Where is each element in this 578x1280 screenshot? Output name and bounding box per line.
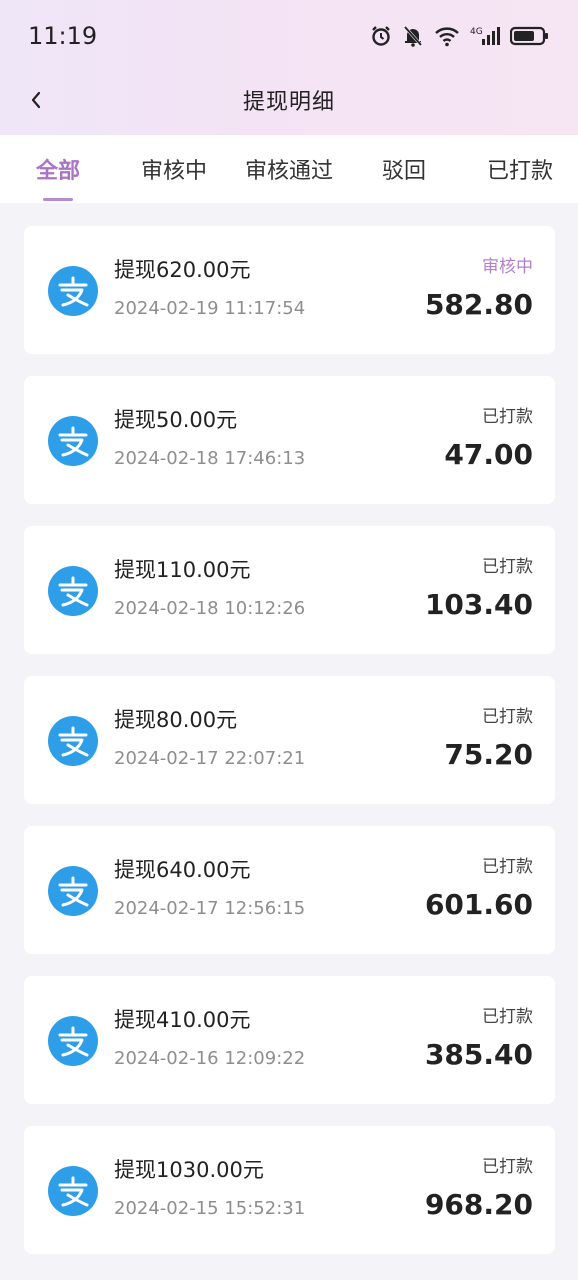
- record-amount: 47.00: [444, 438, 533, 471]
- status-badge: 审核中: [482, 257, 533, 277]
- record-title: 提现50.00元: [114, 408, 238, 432]
- active-tab-indicator: [43, 198, 73, 201]
- record-amount: 385.40: [424, 1038, 533, 1071]
- record-amount: 601.60: [424, 888, 533, 921]
- status-badge: 已打款: [482, 857, 533, 877]
- nav-bar: 提现明细: [0, 72, 578, 134]
- tab-paid[interactable]: 已打款: [487, 153, 553, 185]
- alipay-icon: [48, 416, 98, 466]
- record-title: 提现620.00元: [114, 258, 251, 282]
- status-icons: 4G: [370, 24, 550, 48]
- list-item[interactable]: 提现80.00元 2024-02-17 22:07:21 已打款 75.20: [24, 676, 555, 804]
- alipay-icon: [48, 266, 98, 316]
- record-title: 提现80.00元: [114, 708, 238, 732]
- record-date: 2024-02-17 12:56:15: [114, 898, 306, 919]
- record-amount: 103.40: [424, 588, 533, 621]
- record-title: 提现640.00元: [114, 858, 251, 882]
- wifi-icon: [435, 27, 459, 47]
- list-item[interactable]: 提现410.00元 2024-02-16 12:09:22 已打款 385.40: [24, 976, 555, 1104]
- alipay-icon: [48, 1016, 98, 1066]
- record-amount: 582.80: [424, 288, 533, 321]
- filter-tabs: 全部 审核中 审核通过 驳回 已打款: [0, 135, 578, 203]
- record-date: 2024-02-19 11:17:54: [114, 298, 306, 319]
- list-item[interactable]: 提现640.00元 2024-02-17 12:56:15 已打款 601.60: [24, 826, 555, 954]
- mute-bell-icon: [403, 26, 423, 47]
- tab-rejected[interactable]: 驳回: [382, 153, 426, 185]
- record-amount: 968.20: [424, 1188, 533, 1221]
- status-time: 11:19: [28, 22, 98, 50]
- list-item[interactable]: 提现620.00元 2024-02-19 11:17:54 审核中 582.80: [24, 226, 555, 354]
- status-badge: 已打款: [482, 1007, 533, 1027]
- status-badge: 已打款: [482, 707, 533, 727]
- record-date: 2024-02-17 22:07:21: [114, 748, 306, 769]
- record-amount: 75.20: [444, 738, 533, 771]
- signal-icon: 4G: [470, 27, 500, 45]
- tab-under-review[interactable]: 审核中: [141, 153, 207, 185]
- status-bar: 11:19 4G: [0, 0, 578, 72]
- page-title: 提现明细: [242, 90, 335, 115]
- record-date: 2024-02-15 15:52:31: [114, 1198, 306, 1219]
- status-badge: 已打款: [482, 1157, 533, 1177]
- record-date: 2024-02-18 17:46:13: [114, 448, 306, 469]
- status-badge: 已打款: [482, 407, 533, 427]
- list-item[interactable]: 提现1030.00元 2024-02-15 15:52:31 已打款 968.2…: [24, 1126, 555, 1254]
- alipay-icon: [48, 866, 98, 916]
- list-item[interactable]: 提现50.00元 2024-02-18 17:46:13 已打款 47.00: [24, 376, 555, 504]
- record-title: 提现110.00元: [114, 558, 251, 582]
- tab-approved[interactable]: 审核通过: [245, 153, 333, 185]
- alarm-icon: [372, 26, 390, 46]
- record-title: 提现1030.00元: [114, 1158, 264, 1182]
- status-badge: 已打款: [482, 557, 533, 577]
- record-date: 2024-02-16 12:09:22: [114, 1048, 306, 1069]
- record-title: 提现410.00元: [114, 1008, 251, 1032]
- battery-icon: [510, 26, 548, 46]
- network-type: 4G: [470, 27, 483, 37]
- record-date: 2024-02-18 10:12:26: [114, 598, 306, 619]
- alipay-icon: [48, 716, 98, 766]
- tab-all[interactable]: 全部: [36, 153, 80, 185]
- alipay-icon: [48, 566, 98, 616]
- alipay-icon: [48, 1166, 98, 1216]
- list-item[interactable]: 提现110.00元 2024-02-18 10:12:26 已打款 103.40: [24, 526, 555, 654]
